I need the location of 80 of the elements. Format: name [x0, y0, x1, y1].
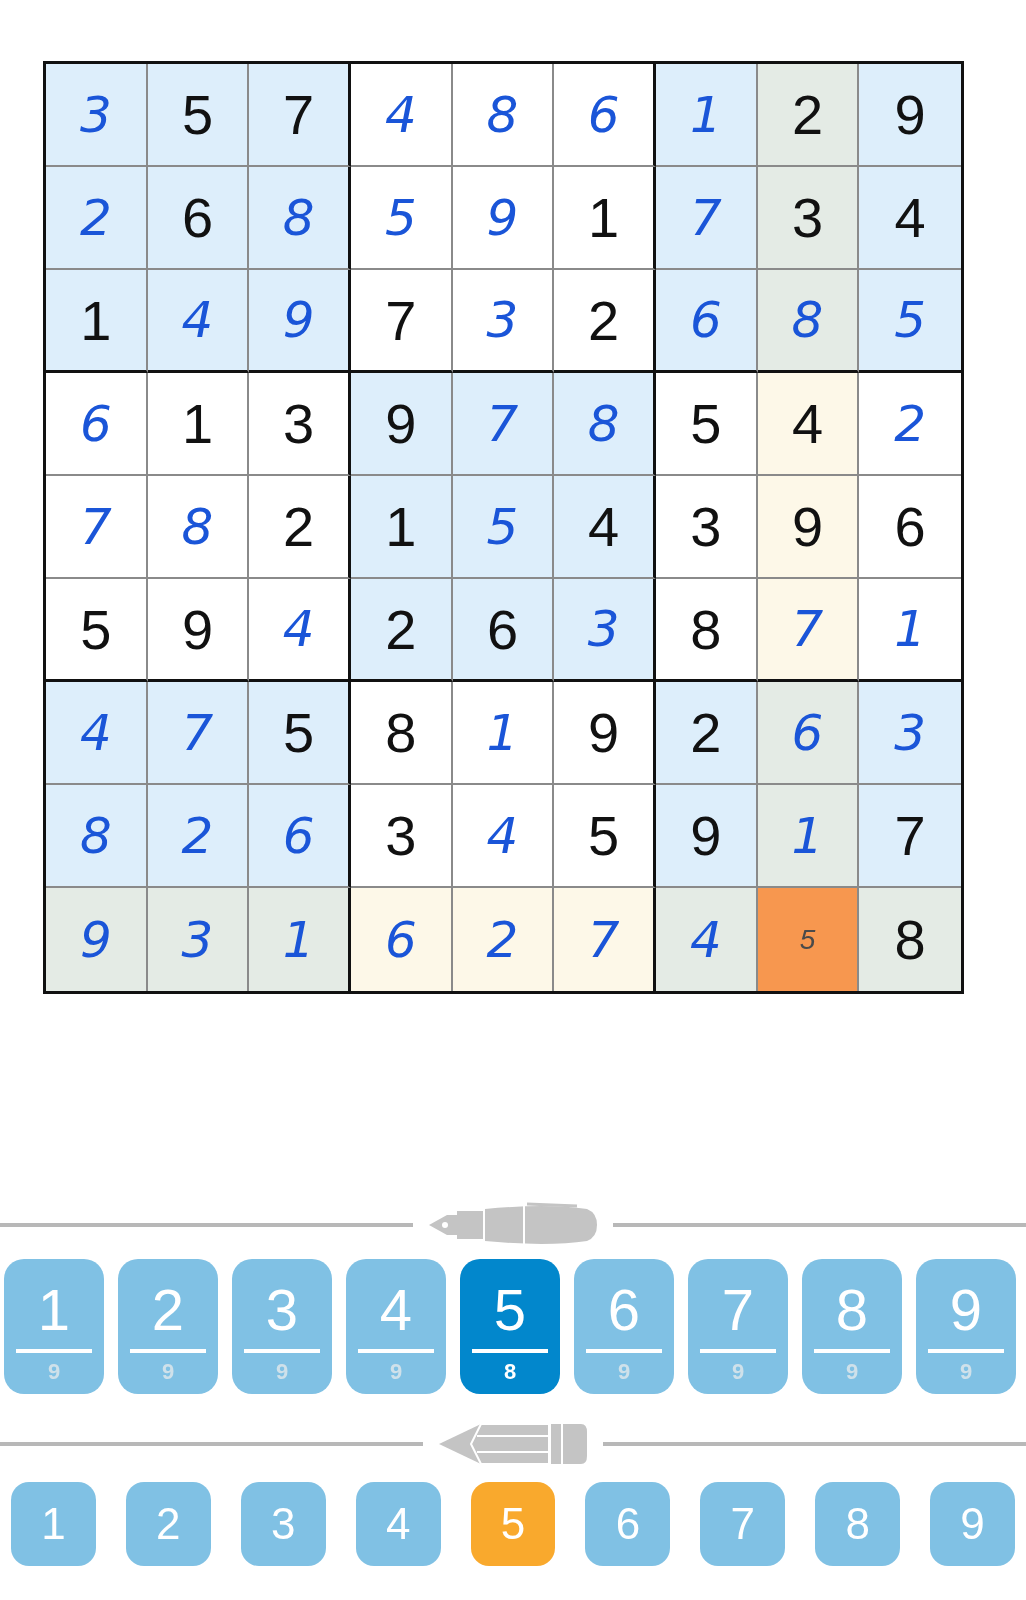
grid-cell[interactable]: 4 — [859, 167, 961, 270]
grid-cell[interactable]: 7 — [656, 167, 758, 270]
grid-cell[interactable]: 1 — [452, 682, 555, 785]
grid-cell[interactable]: 6 — [656, 270, 758, 373]
grid-cell[interactable]: 5 — [46, 579, 148, 682]
grid-cell[interactable]: 2 — [351, 579, 453, 682]
grid-cell[interactable]: 5 — [554, 785, 656, 888]
grid-cell[interactable]: 8 — [147, 476, 250, 579]
grid-cell[interactable]: 4 — [46, 682, 148, 785]
grid-cell[interactable]: 8 — [656, 579, 758, 682]
grid-cell[interactable]: 7 — [46, 476, 148, 579]
grid-cell[interactable]: 6 — [351, 888, 453, 991]
grid-cell[interactable]: 3 — [46, 64, 148, 167]
grid-cell[interactable]: 9 — [147, 579, 250, 682]
grid-cell[interactable]: 3 — [757, 167, 860, 270]
grid-cell[interactable]: 8 — [249, 167, 351, 270]
grid-cell[interactable]: 4 — [452, 785, 555, 888]
grid-cell[interactable]: 5 — [757, 888, 860, 991]
grid-cell[interactable]: 9 — [757, 476, 860, 579]
grid-cell[interactable]: 8 — [351, 682, 453, 785]
grid-cell[interactable]: 3 — [452, 270, 555, 373]
grid-cell[interactable]: 4 — [656, 888, 758, 991]
grid-cell[interactable]: 5 — [249, 682, 351, 785]
grid-cell[interactable]: 8 — [757, 270, 860, 373]
grid-cell[interactable]: 7 — [147, 682, 250, 785]
grid-cell[interactable]: 8 — [859, 888, 961, 991]
grid-cell[interactable]: 3 — [147, 888, 250, 991]
grid-cell[interactable]: 3 — [859, 682, 961, 785]
grid-cell[interactable]: 5 — [656, 373, 758, 476]
grid-cell[interactable]: 6 — [249, 785, 351, 888]
grid-cell[interactable]: 1 — [46, 270, 148, 373]
grid-cell[interactable]: 8 — [452, 64, 555, 167]
grid-cell[interactable]: 7 — [249, 64, 351, 167]
grid-cell[interactable]: 2 — [147, 785, 250, 888]
grid-cell[interactable]: 1 — [757, 785, 860, 888]
grid-cell[interactable]: 5 — [351, 167, 453, 270]
grid-cell[interactable]: 4 — [757, 373, 860, 476]
grid-cell[interactable]: 9 — [46, 888, 148, 991]
grid-cell[interactable]: 9 — [452, 167, 555, 270]
grid-cell[interactable]: 2 — [757, 64, 860, 167]
grid-cell[interactable]: 1 — [554, 167, 656, 270]
grid-cell[interactable]: 4 — [554, 476, 656, 579]
grid-cell[interactable]: 5 — [859, 270, 961, 373]
grid-cell[interactable]: 1 — [249, 888, 351, 991]
grid-cell[interactable]: 7 — [452, 373, 555, 476]
grid-cell[interactable]: 6 — [757, 682, 860, 785]
grid-cell[interactable]: 1 — [656, 64, 758, 167]
grid-cell[interactable]: 8 — [46, 785, 148, 888]
grid-cell[interactable]: 6 — [46, 373, 148, 476]
grid-cell[interactable]: 4 — [147, 270, 250, 373]
grid-cell[interactable]: 9 — [351, 373, 453, 476]
grid-cell[interactable]: 9 — [554, 682, 656, 785]
grid-cell[interactable]: 4 — [351, 64, 453, 167]
grid-cell[interactable]: 2 — [452, 888, 555, 991]
grid-cell[interactable]: 1 — [351, 476, 453, 579]
grid-cell[interactable]: 4 — [249, 579, 351, 682]
grid-cell[interactable]: 3 — [554, 579, 656, 682]
grid-cell[interactable]: 3 — [656, 476, 758, 579]
grid-cell[interactable]: 3 — [351, 785, 453, 888]
grid-cell[interactable]: 7 — [554, 888, 656, 991]
grid-cell[interactable]: 7 — [859, 785, 961, 888]
grid-cell[interactable]: 6 — [554, 64, 656, 167]
grid-cell[interactable]: 2 — [249, 476, 351, 579]
grid-cell[interactable]: 6 — [452, 579, 555, 682]
grid-cell[interactable]: 7 — [351, 270, 453, 373]
grid-cell[interactable]: 2 — [46, 167, 148, 270]
grid-cell[interactable]: 3 — [249, 373, 351, 476]
grid-cell[interactable]: 5 — [452, 476, 555, 579]
grid-cell[interactable]: 7 — [757, 579, 860, 682]
grid-cell[interactable]: 9 — [859, 64, 961, 167]
digit-button[interactable]: 5 8 — [460, 1259, 560, 1394]
grid-cell[interactable]: 9 — [249, 270, 351, 373]
grid-cell[interactable]: 6 — [147, 167, 250, 270]
grid-cell[interactable]: 8 — [554, 373, 656, 476]
pencil-icon — [437, 1422, 589, 1466]
grid-cell[interactable]: 2 — [554, 270, 656, 373]
grid-cell[interactable]: 2 — [656, 682, 758, 785]
grid-cell[interactable]: 9 — [656, 785, 758, 888]
grid-cell[interactable]: 1 — [147, 373, 250, 476]
grid-cell[interactable]: 5 — [147, 64, 250, 167]
